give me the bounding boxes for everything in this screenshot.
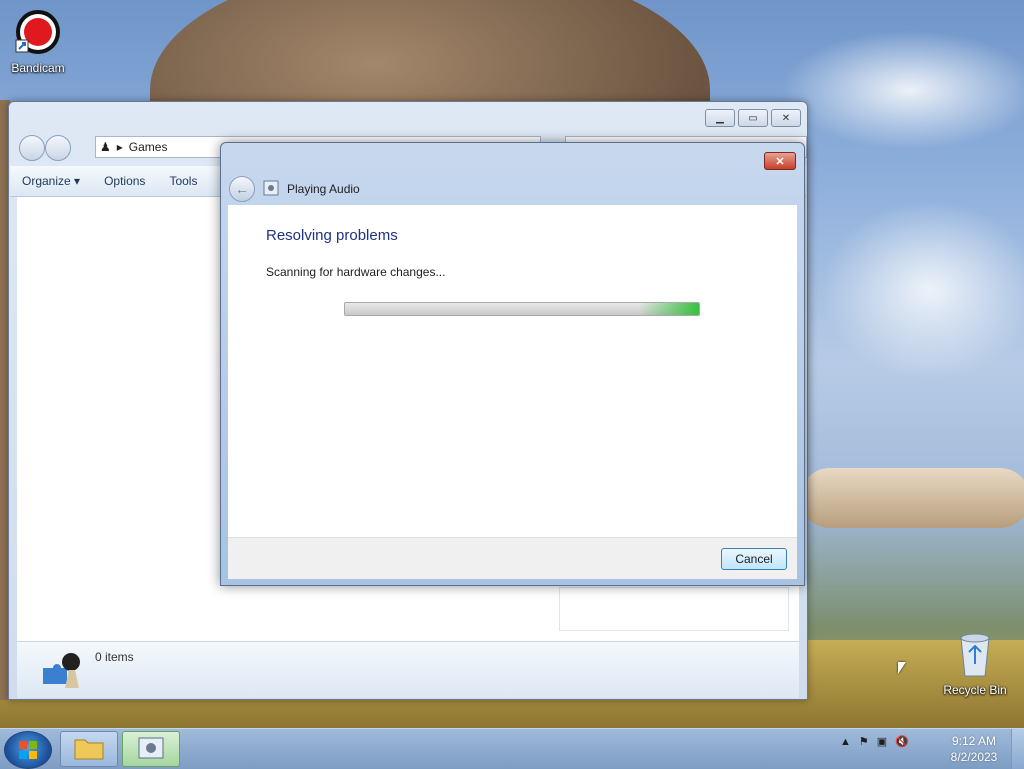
dialog-footer: Cancel	[228, 537, 797, 579]
progress-bar	[344, 302, 700, 316]
folder-icon	[74, 736, 104, 763]
details-pane: 0 items	[17, 641, 799, 698]
item-count: 0 items	[95, 650, 134, 664]
audio-troubleshooter-icon	[263, 180, 279, 199]
back-arrow-icon[interactable]: ←	[229, 176, 255, 202]
progress-fill	[345, 303, 699, 315]
cancel-button[interactable]: Cancel	[721, 548, 787, 570]
taskbar-troubleshooter[interactable]	[122, 731, 180, 767]
breadcrumb-games[interactable]: Games	[129, 140, 168, 154]
recycle-bin-icon	[940, 630, 1010, 681]
show-hidden-icons[interactable]: ▲	[840, 736, 851, 748]
preview-pane	[559, 587, 789, 631]
forward-button[interactable]	[45, 135, 71, 161]
tools-menu[interactable]: Tools	[157, 174, 209, 188]
clock-date: 8/2/2023	[950, 750, 998, 764]
games-puzzle-icon	[39, 648, 83, 695]
close-window-button[interactable]: ✕	[771, 109, 801, 127]
games-folder-icon: ♟	[100, 140, 111, 154]
system-tray: ▲ ⚑ ▣ 🔇	[840, 735, 909, 749]
start-button[interactable]	[4, 731, 52, 769]
desktop-icon-label: Recycle Bin	[943, 683, 1007, 697]
back-button[interactable]	[19, 135, 45, 161]
maximize-button[interactable]: ▭	[738, 109, 768, 127]
bandicam-icon	[3, 8, 73, 59]
caption-buttons: ▁ ▭ ✕	[705, 109, 801, 127]
audio-troubleshooter-icon	[137, 736, 165, 763]
dialog-body: Resolving problems Scanning for hardware…	[228, 205, 797, 537]
mouse-cursor-icon	[898, 662, 906, 674]
taskbar: ▲ ⚑ ▣ 🔇 9:12 AM 8/2/2023	[0, 728, 1024, 769]
desktop-icon-recycle-bin[interactable]: Recycle Bin	[940, 630, 1010, 697]
breadcrumb-separator[interactable]: ▸	[117, 140, 123, 154]
close-dialog-button[interactable]: ✕	[764, 152, 796, 170]
status-text: Scanning for hardware changes...	[266, 265, 446, 279]
clock-time: 9:12 AM	[951, 734, 997, 748]
volume-muted-icon[interactable]: 🔇	[895, 735, 909, 748]
options-menu[interactable]: Options	[92, 174, 157, 188]
show-desktop-button[interactable]	[1011, 729, 1024, 769]
page-heading: Resolving problems	[266, 227, 398, 244]
organize-menu[interactable]: Organize ▾	[10, 174, 92, 188]
action-center-icon[interactable]: ⚑	[859, 735, 869, 748]
chevron-down-icon: ▾	[74, 174, 81, 188]
windows-logo-icon	[19, 741, 37, 759]
dialog-header: ← Playing Audio	[229, 175, 796, 203]
minimize-button[interactable]: ▁	[705, 109, 735, 127]
network-icon[interactable]: ▣	[877, 735, 887, 748]
desktop-icon-label: Bandicam	[11, 61, 65, 75]
taskbar-explorer[interactable]	[60, 731, 118, 767]
troubleshooter-dialog[interactable]: ✕ ← Playing Audio Resolving problems Sca…	[220, 142, 805, 586]
desktop-icon-bandicam[interactable]: Bandicam	[3, 8, 73, 75]
clock[interactable]: 9:12 AM 8/2/2023	[944, 733, 1004, 765]
dialog-title: Playing Audio	[287, 182, 360, 196]
